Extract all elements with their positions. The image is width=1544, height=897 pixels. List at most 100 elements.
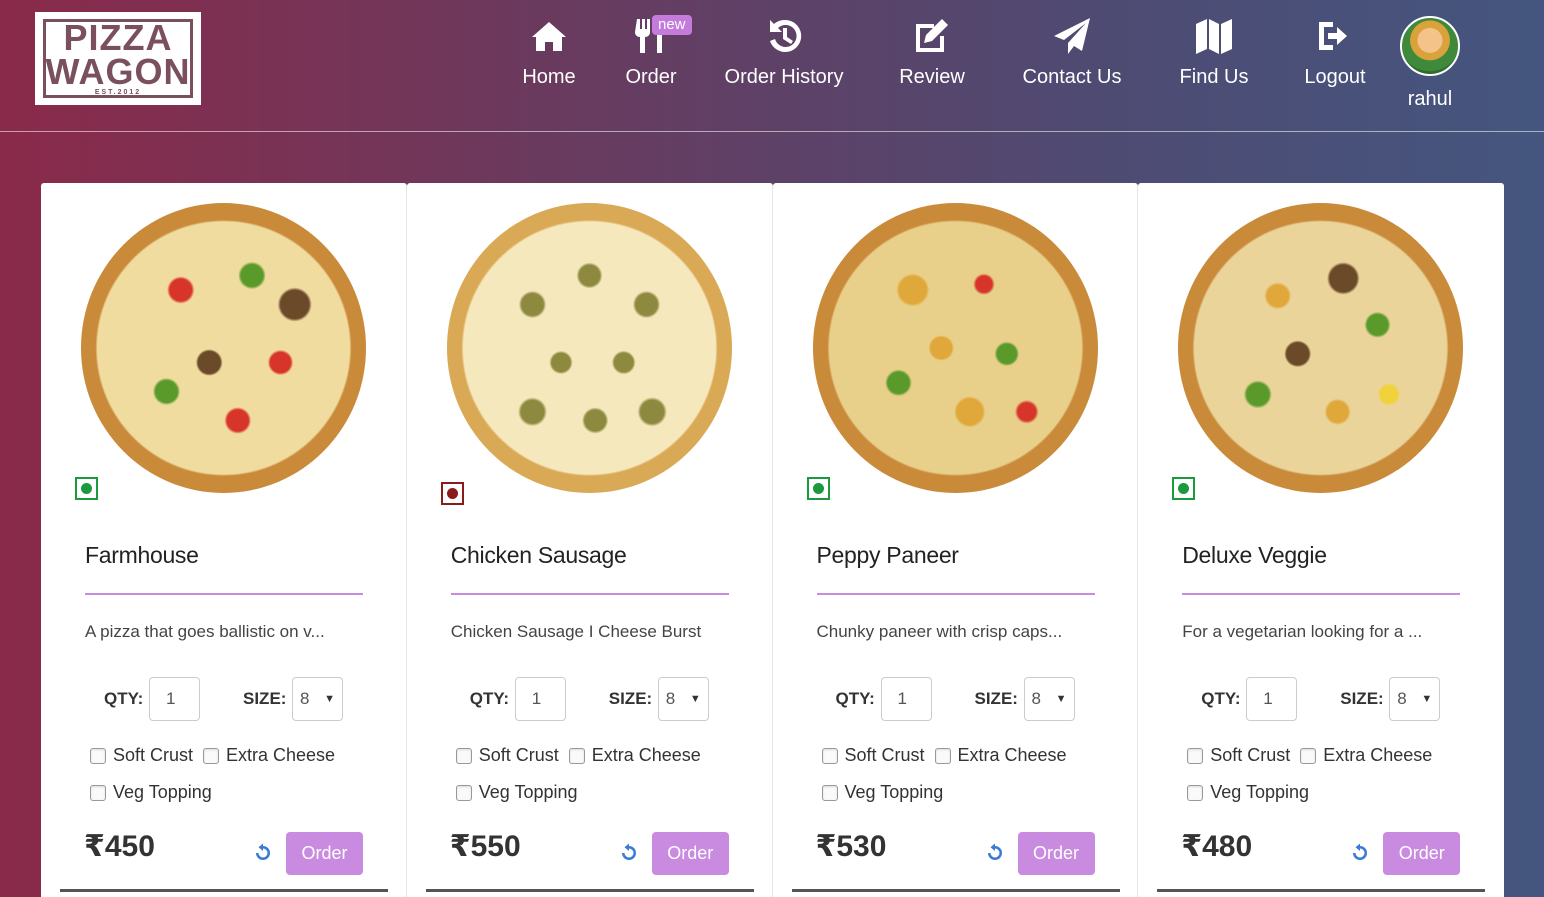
user-menu[interactable]: rahul [1394, 16, 1466, 111]
size-label: SIZE: [974, 689, 1018, 708]
veg-topping-checkbox[interactable]: Veg Topping [455, 782, 578, 803]
soft-crust-checkbox[interactable]: Soft Crust [821, 745, 925, 766]
qty-input[interactable]: 1 [149, 677, 200, 721]
size-select[interactable]: 8 ▼ [292, 677, 343, 721]
veg-topping-checkbox[interactable]: Veg Topping [1187, 782, 1309, 803]
reset-icon[interactable] [253, 843, 273, 863]
extra-cheese-label: Extra Cheese [957, 745, 1067, 765]
order-button[interactable]: Order [1017, 832, 1095, 875]
extra-cheese-label: Extra Cheese [591, 745, 701, 765]
nav-logout[interactable]: Logout [1300, 14, 1370, 104]
new-badge: new [652, 15, 692, 35]
send-icon [1050, 14, 1094, 58]
checkbox-box[interactable] [821, 784, 838, 801]
order-button[interactable]: Order [651, 832, 729, 875]
product-description: Chunky paneer with crisp caps... [816, 622, 1063, 641]
veg-topping-checkbox[interactable]: Veg Topping [821, 782, 943, 803]
title-divider [1182, 593, 1461, 595]
veg-topping-checkbox[interactable]: Veg Topping [90, 782, 212, 803]
checkbox-box[interactable] [455, 784, 472, 801]
reset-icon[interactable] [619, 843, 639, 863]
qty-input[interactable]: 1 [514, 677, 566, 721]
home-icon [527, 14, 571, 58]
nav-order-history-label: Order History [724, 66, 844, 88]
nav-order-history[interactable]: Order History [722, 14, 846, 104]
veg-topping-label: Veg Topping [113, 782, 212, 802]
extra-cheese-checkbox[interactable]: Extra Cheese [203, 745, 335, 766]
product-title: Chicken Sausage [450, 542, 627, 568]
reset-icon[interactable] [985, 843, 1005, 863]
nav-home[interactable]: Home [518, 14, 580, 104]
nav-find-us[interactable]: Find Us [1176, 14, 1252, 104]
caret-down-icon: ▼ [1055, 693, 1067, 705]
checkbox-box[interactable] [1187, 747, 1204, 764]
nav-contact-us[interactable]: Contact Us [1018, 14, 1126, 104]
size-select[interactable]: 8 ▼ [1389, 677, 1441, 721]
nav-order-label: Order [625, 66, 677, 88]
veg-indicator-icon [806, 477, 830, 500]
veg-indicator-icon [75, 477, 98, 500]
title-divider [816, 593, 1095, 595]
checkbox-box[interactable] [455, 747, 472, 764]
logo-line-2: WAGON [45, 50, 191, 92]
qty-input[interactable]: 1 [880, 677, 932, 721]
soft-crust-label: Soft Crust [1210, 745, 1291, 765]
size-select[interactable]: 8 ▼ [1023, 677, 1075, 721]
size-label: SIZE: [1340, 689, 1384, 708]
nav-contact-us-label: Contact Us [1022, 66, 1122, 88]
title-divider [85, 593, 363, 595]
product-title: Peppy Paneer [816, 542, 959, 568]
nonveg-indicator-icon [440, 482, 464, 505]
nav-review[interactable]: Review [896, 14, 968, 104]
title-divider [450, 593, 729, 595]
product-price: ₹550 [449, 830, 521, 863]
logo-est: EST.2012 [94, 88, 142, 96]
logout-icon [1313, 14, 1357, 58]
card-bottom-bar [425, 889, 754, 892]
nav-logout-label: Logout [1304, 66, 1366, 88]
pizza-image [81, 203, 366, 493]
card-bottom-bar [1157, 889, 1486, 892]
order-button[interactable]: Order [1383, 832, 1461, 875]
extra-cheese-checkbox[interactable]: Extra Cheese [934, 745, 1067, 766]
extra-cheese-checkbox[interactable]: Extra Cheese [1300, 745, 1432, 766]
nav-review-label: Review [899, 66, 965, 88]
navbar: PIZZA WAGON EST.2012 Home new Order Orde… [0, 0, 1544, 132]
size-value: 8 [300, 689, 310, 708]
reset-icon[interactable] [1350, 843, 1370, 863]
qty-label: QTY: [1201, 689, 1241, 708]
checkbox-box[interactable] [203, 747, 219, 764]
order-button[interactable]: Order [286, 832, 363, 875]
checkbox-box[interactable] [821, 747, 838, 764]
veg-indicator-icon [1172, 477, 1196, 500]
size-label: SIZE: [243, 689, 287, 708]
brand-logo[interactable]: PIZZA WAGON EST.2012 [35, 12, 201, 105]
edit-icon [910, 14, 954, 58]
product-price: ₹530 [815, 830, 887, 863]
soft-crust-label: Soft Crust [844, 745, 925, 765]
qty-label: QTY: [835, 689, 875, 708]
size-label: SIZE: [608, 689, 653, 708]
checkbox-box[interactable] [90, 747, 106, 764]
checkbox-box[interactable] [1187, 784, 1204, 801]
qty-input[interactable]: 1 [1246, 677, 1298, 721]
logo-line-1: PIZZA [63, 16, 173, 58]
veg-topping-label: Veg Topping [1210, 782, 1310, 802]
logo-frame: PIZZA WAGON EST.2012 [43, 19, 193, 98]
product-title: Farmhouse [85, 542, 199, 568]
checkbox-box[interactable] [934, 747, 951, 764]
product-card: Deluxe Veggie For a vegetarian looking f… [1138, 183, 1504, 897]
pizza-image [446, 203, 732, 493]
checkbox-box[interactable] [568, 747, 585, 764]
soft-crust-checkbox[interactable]: Soft Crust [1187, 745, 1290, 766]
checkbox-box[interactable] [90, 784, 106, 801]
extra-cheese-checkbox[interactable]: Extra Cheese [568, 745, 701, 766]
soft-crust-checkbox[interactable]: Soft Crust [90, 745, 193, 766]
soft-crust-checkbox[interactable]: Soft Crust [455, 745, 559, 766]
checkbox-box[interactable] [1300, 747, 1317, 764]
product-description: A pizza that goes ballistic on v... [85, 622, 325, 641]
size-select[interactable]: 8 ▼ [657, 677, 709, 721]
pizza-image [812, 203, 1098, 493]
nav-order[interactable]: new Order [620, 14, 692, 104]
soft-crust-label: Soft Crust [478, 745, 559, 765]
